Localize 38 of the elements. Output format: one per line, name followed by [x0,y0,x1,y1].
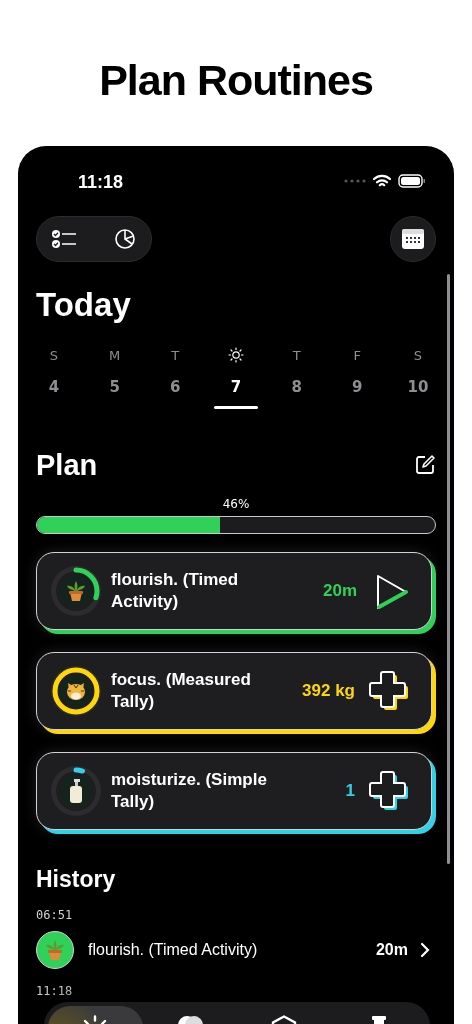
sun-icon [227,347,244,363]
plus-icon[interactable] [369,670,411,712]
calendar-icon [401,228,425,250]
chevron-right-icon [420,942,430,958]
day-button[interactable]: T 6 [153,346,198,409]
day-button[interactable]: F 9 [335,346,380,409]
day-button[interactable]: S 4 [32,346,76,409]
entry-time: 06:51 [36,908,74,922]
section-title: Plan [36,448,98,483]
routine-name: flourish. (Timed Activity) [111,569,240,613]
signal-icon [344,178,366,184]
wifi-icon [373,174,391,188]
potted-plant-icon [66,580,86,602]
history-row[interactable]: flourish. (Timed Activity) 20m [36,930,436,970]
plus-icon[interactable] [369,770,411,812]
entry-time: 11:18 [36,984,74,998]
edit-icon[interactable] [414,454,436,476]
section-title: History [36,865,117,894]
page-headline: Plan Routines [98,55,374,106]
section-title: Today [36,285,132,325]
routine-value: 392 kg [302,681,355,701]
day-button[interactable]: M 5 [92,346,137,409]
day-button[interactable]: S 10 [395,346,440,409]
checklist-icon[interactable] [51,229,77,249]
tiger-icon [65,681,87,701]
routine-name: focus. (Measured Tally) [111,669,252,713]
calendar-button[interactable] [390,216,436,262]
day-button[interactable]: T 8 [274,346,319,409]
battery-icon [398,174,426,188]
clock-time: 11:18 [78,170,124,193]
potted-plant-icon [45,939,65,961]
routine-value: 20m [322,581,357,601]
routine-name: moisturize. (Simple Tally) [111,769,268,813]
pie-chart-icon[interactable] [113,229,137,249]
lotion-bottle-icon [69,779,83,803]
progress-percent: 46% [221,497,251,511]
routine-value: 1 [345,781,355,801]
day-button[interactable]: 7 [213,346,258,409]
